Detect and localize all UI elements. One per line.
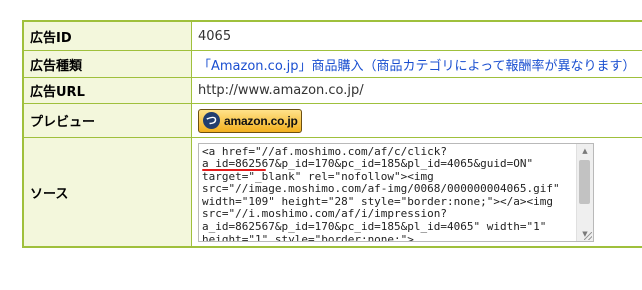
preview-cell: つ amazon.co.jp [191,103,642,138]
row-ad-type: 広告種類 「Amazon.co.jp」商品購入（商品カテゴリによって報酬率が異な… [22,50,642,78]
label-preview: プレビュー [22,103,192,138]
ad-type-link[interactable]: 「Amazon.co.jp」商品購入（商品カテゴリによって報酬率が異なります） [198,59,636,74]
amazon-banner-text: amazon.co.jp [224,113,298,128]
label-ad-id: 広告ID [22,20,192,51]
scroll-up-arrow-icon[interactable]: ▲ [577,144,593,158]
value-ad-type-cell: 「Amazon.co.jp」商品購入（商品カテゴリによって報酬率が異なります） [191,50,642,78]
source-code-text[interactable]: <a href="//af.moshimo.com/af/c/click? a_… [202,145,573,241]
label-ad-type: 広告種類 [22,50,192,78]
amazon-banner-button[interactable]: つ amazon.co.jp [198,108,302,133]
source-cell: <a href="//af.moshimo.com/af/c/click? a_… [191,137,642,248]
a-id-highlight-underline [202,168,266,171]
row-preview: プレビュー つ amazon.co.jp [22,103,642,138]
source-code-textarea[interactable]: <a href="//af.moshimo.com/af/c/click? a_… [198,142,594,242]
resize-grip-icon[interactable] [584,231,592,240]
label-ad-url: 広告URL [22,77,192,104]
row-ad-id: 広告ID 4065 [22,20,642,51]
row-ad-url: 広告URL http://www.amazon.co.jp/ [22,77,642,104]
ad-detail-table: 広告ID 4065 広告種類 「Amazon.co.jp」商品購入（商品カテゴリ… [22,20,642,248]
label-source: ソース [22,137,192,248]
scroll-thumb[interactable] [579,159,590,204]
value-ad-url: http://www.amazon.co.jp/ [191,77,642,104]
value-ad-id: 4065 [191,20,642,51]
source-scrollbar[interactable]: ▲ ▼ [576,143,593,241]
amazon-logo-icon: つ [203,112,220,129]
row-source: ソース <a href="//af.moshimo.com/af/c/click… [22,137,642,248]
